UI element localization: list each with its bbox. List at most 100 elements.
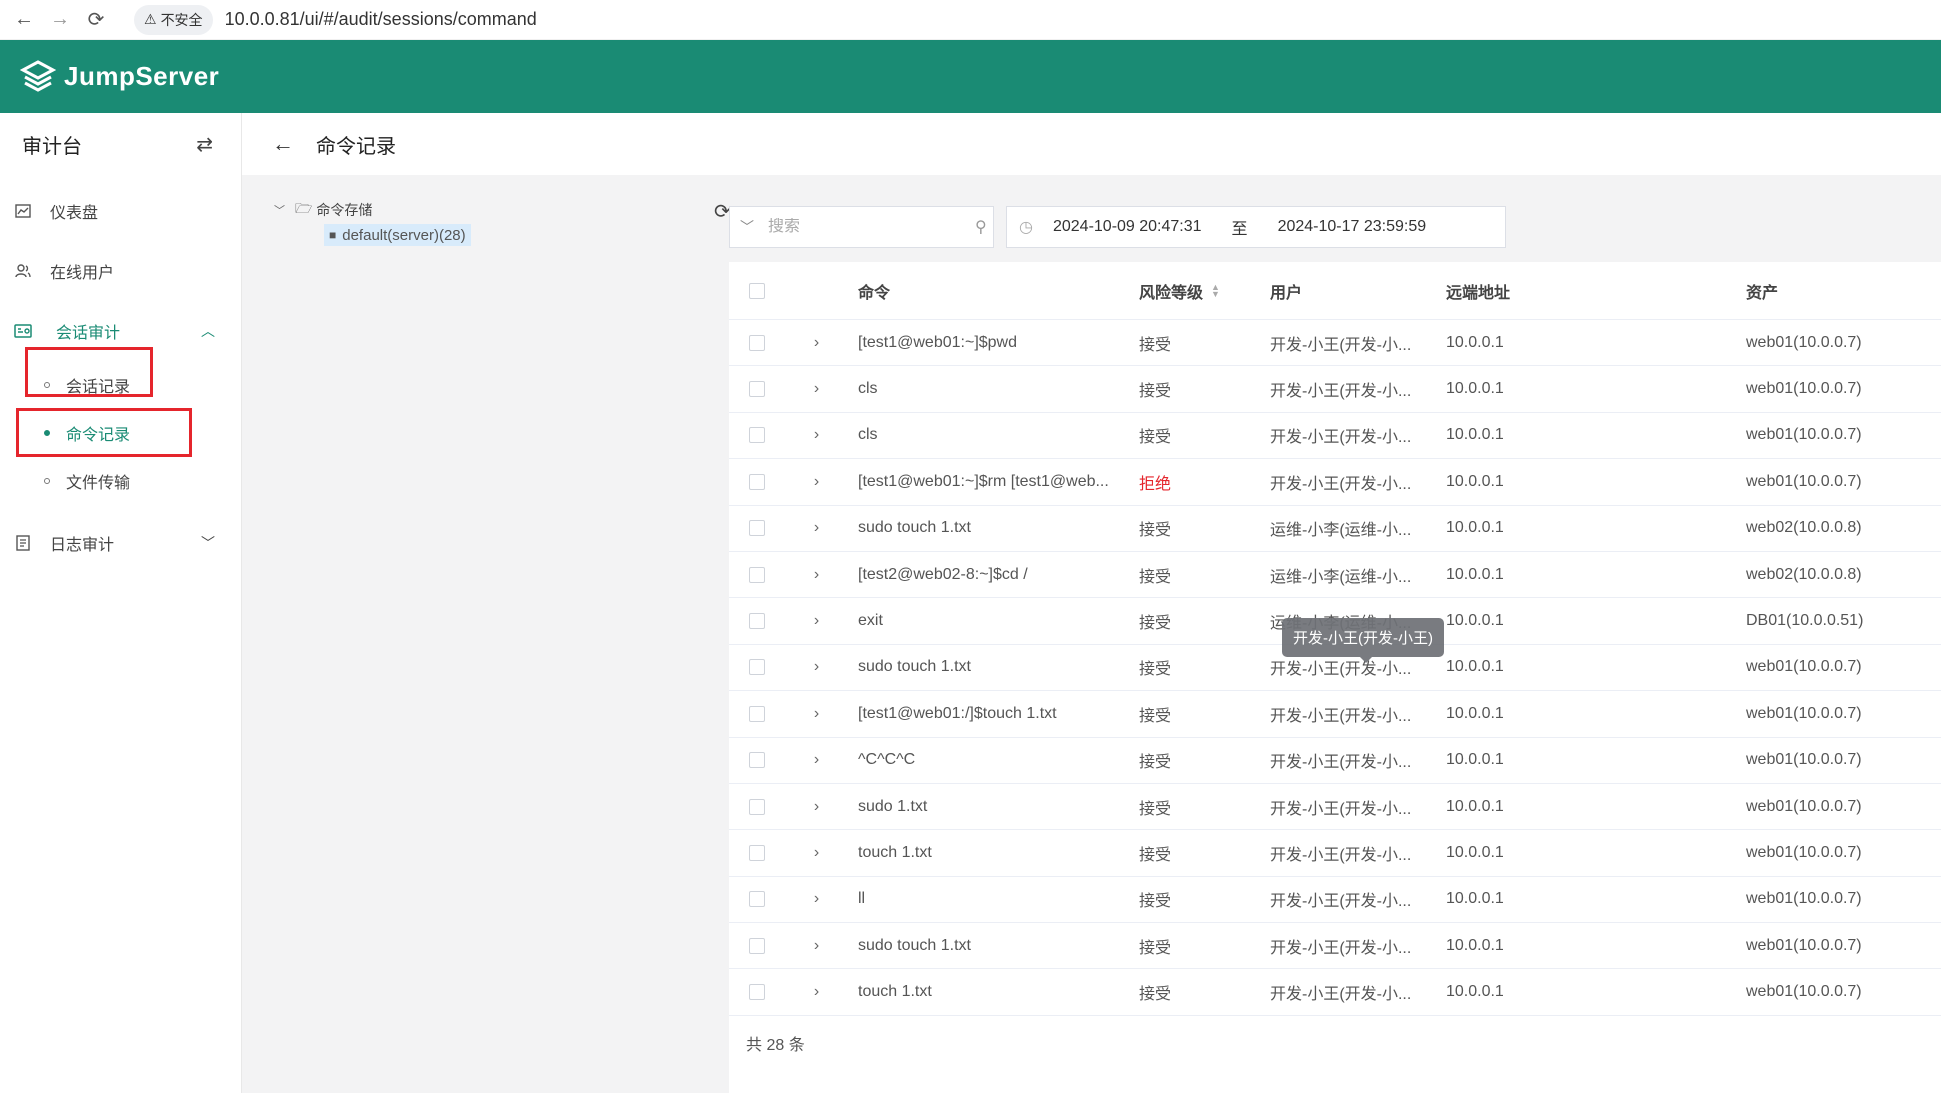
sidebar-item-label: 会话审计 xyxy=(56,325,121,342)
date-separator: 至 xyxy=(1231,221,1248,238)
sidebar: 审计台 ⇄ 仪表盘 在线用户 会话审计 ︿ 会话记录 命令记录 文件传输 日志审… xyxy=(0,113,242,1093)
row-checkbox[interactable] xyxy=(749,752,765,769)
expand-chevron-icon[interactable]: › xyxy=(795,566,838,584)
search-box[interactable]: ﹀ ⚲ xyxy=(729,206,994,248)
table-row[interactable]: › [test1@web01:~]$rm [test1@web... 拒绝 开发-小王… xyxy=(729,459,1941,506)
row-checkbox[interactable] xyxy=(749,844,765,861)
table-row[interactable]: › cls 接受 开发-小王(开发-小... 10.0.0.1 web01(10.0.0.… xyxy=(729,366,1941,413)
page-title: 命令记录 xyxy=(316,135,396,158)
date-to[interactable]: 2024-10-17 23:59:59 xyxy=(1278,218,1427,236)
reload-icon[interactable]: ⟳ xyxy=(80,4,112,36)
header-risk[interactable]: 风险等级 ▲ ▼ xyxy=(1137,279,1268,303)
caret-down-icon[interactable]: ﹀ xyxy=(274,202,285,218)
expand-chevron-icon[interactable]: › xyxy=(795,844,838,862)
bullet-icon xyxy=(44,478,50,484)
cell-user: 开发-小王(开发-小... xyxy=(1270,846,1412,864)
sidebar-title: 审计台 xyxy=(22,135,82,158)
security-chip[interactable]: ⚠ 不安全 xyxy=(134,4,213,35)
row-checkbox[interactable] xyxy=(749,937,765,954)
url-text[interactable]: 10.0.0.81/ui/#/audit/sessions/command xyxy=(225,9,537,30)
expand-chevron-icon[interactable]: › xyxy=(795,658,838,676)
tree-root-node[interactable]: ﹀ 🗁 命令存储 xyxy=(274,199,654,221)
row-checkbox[interactable] xyxy=(749,613,765,630)
sidebar-item-online-users[interactable]: 在线用户 xyxy=(0,241,241,301)
sidebar-subitem-file-transfer[interactable]: 文件传输 xyxy=(0,457,241,505)
cell-user: 运维-小李(运维-小... xyxy=(1270,522,1412,540)
cell-user: 开发-小王(开发-小... xyxy=(1270,707,1412,725)
back-icon[interactable]: ← xyxy=(8,4,40,36)
row-checkbox[interactable] xyxy=(749,891,765,908)
table-row[interactable]: › cls 接受 开发-小王(开发-小... 10.0.0.1 web01(10.0.0.… xyxy=(729,413,1941,460)
expand-chevron-icon[interactable]: › xyxy=(795,380,838,398)
date-from[interactable]: 2024-10-09 20:47:31 xyxy=(1053,218,1202,236)
row-checkbox[interactable] xyxy=(749,381,765,398)
search-input[interactable] xyxy=(768,218,975,236)
row-checkbox[interactable] xyxy=(749,473,765,490)
cell-risk: 接受 xyxy=(1139,893,1172,911)
cell-user: 开发-小王(开发-小... xyxy=(1270,939,1412,957)
expand-chevron-icon[interactable]: › xyxy=(795,612,838,630)
cell-command: [test2@web02-8:~]$cd / xyxy=(858,565,1028,583)
app-header: JumpServer xyxy=(0,40,1941,113)
table-row[interactable]: › sudo 1.txt 接受 开发-小王(开发-小... 10.0.0.1 web01(… xyxy=(729,784,1941,831)
row-checkbox[interactable] xyxy=(749,659,765,676)
table-row[interactable]: › sudo touch 1.txt 接受 运维-小李(运维-小... 10.0.0.1… xyxy=(729,506,1941,552)
table-row[interactable]: › [test1@web01:~]$pwd 接受 开发-小王(开发-小... 10.0.… xyxy=(729,320,1941,367)
command-table: 命令 风险等级 ▲ ▼ 用户 远端地址 资产 › [test1@web01:~]$p… xyxy=(729,262,1941,1093)
expand-chevron-icon[interactable]: › xyxy=(795,705,838,723)
expand-chevron-icon[interactable]: › xyxy=(795,983,838,1001)
row-checkbox[interactable] xyxy=(749,520,765,537)
cell-risk: 接受 xyxy=(1139,661,1172,679)
select-all-checkbox[interactable] xyxy=(749,282,765,299)
row-checkbox[interactable] xyxy=(749,984,765,1001)
total-count: 共 28 条 xyxy=(746,1037,805,1054)
expand-chevron-icon[interactable]: › xyxy=(795,426,838,444)
expand-chevron-icon[interactable]: › xyxy=(795,334,838,352)
highlight-box xyxy=(16,408,192,457)
expand-chevron-icon[interactable]: › xyxy=(795,751,838,769)
folder-open-icon: 🗁 xyxy=(295,200,313,216)
expand-chevron-icon[interactable]: › xyxy=(795,473,838,491)
cell-asset: web01(10.0.0.7) xyxy=(1746,797,1862,815)
tree-child-node[interactable]: ■ default(server)(28) xyxy=(324,224,471,246)
expand-chevron-icon[interactable]: › xyxy=(795,519,838,537)
cell-command: exit xyxy=(858,612,883,630)
date-range-picker[interactable]: ◷ 2024-10-09 20:47:31 至 2024-10-17 23:59… xyxy=(1006,206,1506,248)
expand-chevron-icon[interactable]: › xyxy=(795,798,838,816)
sidebar-item-log-audit[interactable]: 日志审计 ﹀ xyxy=(0,513,241,573)
table-row[interactable]: › [test1@web01:/]$touch 1.txt 接受 开发-小王(开发-小… xyxy=(729,691,1941,738)
row-checkbox[interactable] xyxy=(749,334,765,351)
search-icon[interactable]: ⚲ xyxy=(975,217,987,237)
sort-icon[interactable]: ▲ ▼ xyxy=(1211,282,1220,298)
table-header-row: 命令 风险等级 ▲ ▼ 用户 远端地址 资产 xyxy=(729,262,1941,320)
row-checkbox[interactable] xyxy=(749,798,765,815)
switch-view-icon[interactable]: ⇄ xyxy=(196,132,213,157)
table-row[interactable]: › touch 1.txt 接受 开发-小王(开发-小... 10.0.0.1 web01… xyxy=(729,969,1941,1016)
cell-asset: web01(10.0.0.7) xyxy=(1746,890,1862,908)
storage-tree: ﹀ 🗁 命令存储 ■ default(server)(28) xyxy=(274,199,654,246)
sidebar-item-dashboard[interactable]: 仪表盘 xyxy=(0,181,241,241)
sidebar-item-label: 仪表盘 xyxy=(50,205,99,222)
address-bar[interactable]: ⚠ 不安全 10.0.0.81/ui/#/audit/sessions/comm… xyxy=(134,4,537,36)
cell-remote-addr: 10.0.0.1 xyxy=(1446,843,1504,861)
table-row[interactable]: › ll 接受 开发-小王(开发-小... 10.0.0.1 web01(10.0.0.7… xyxy=(729,877,1941,924)
table-row[interactable]: › [test2@web02-8:~]$cd / 接受 运维-小李(运维-小... 10… xyxy=(729,552,1941,599)
table-row[interactable]: › ^C^C^C 接受 开发-小王(开发-小... 10.0.0.1 web01(10.0… xyxy=(729,738,1941,784)
cell-command: touch 1.txt xyxy=(858,983,932,1001)
row-checkbox[interactable] xyxy=(749,566,765,583)
chevron-down-icon[interactable]: ﹀ xyxy=(740,217,754,237)
table-row[interactable]: › touch 1.txt 接受 开发-小王(开发-小... 10.0.0.1 web01… xyxy=(729,830,1941,877)
app-name: JumpServer xyxy=(64,61,220,91)
cell-remote-addr: 10.0.0.1 xyxy=(1446,612,1504,630)
expand-chevron-icon[interactable]: › xyxy=(795,937,838,955)
row-checkbox[interactable] xyxy=(749,705,765,722)
filter-bar: ﹀ ⚲ ◷ 2024-10-09 20:47:31 至 2024-10-17 2… xyxy=(729,206,1506,248)
back-arrow-icon[interactable]: ← xyxy=(272,131,294,157)
table-row[interactable]: › sudo touch 1.txt 接受 开发-小王(开发-小... 10.0.0.1… xyxy=(729,923,1941,970)
forward-icon[interactable]: → xyxy=(44,4,76,36)
cell-risk: 接受 xyxy=(1139,383,1172,401)
expand-chevron-icon[interactable]: › xyxy=(795,890,838,908)
cell-remote-addr: 10.0.0.1 xyxy=(1446,704,1504,722)
row-checkbox[interactable] xyxy=(749,427,765,444)
main-content: ← 命令记录 ﹀ 🗁 命令存储 ■ default(server)(28) ⟳ … xyxy=(242,113,1941,1093)
